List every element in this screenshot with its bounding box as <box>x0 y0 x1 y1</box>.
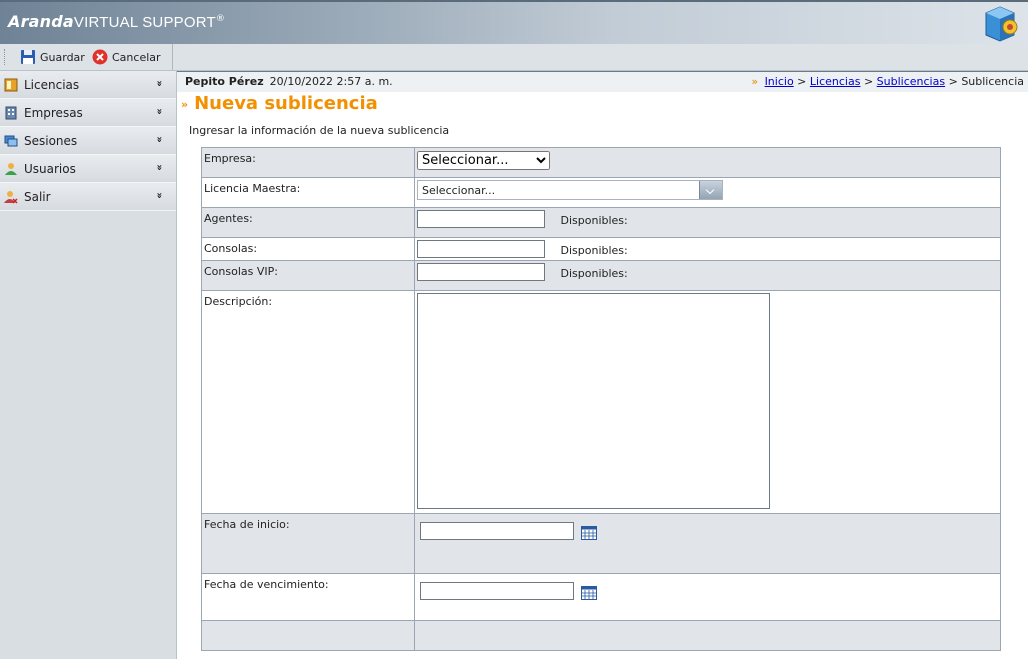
breadcrumb-separator: > <box>948 75 958 88</box>
fecha-venc-cell <box>414 573 1001 621</box>
fecha-venc-label: Fecha de vencimiento: <box>201 573 415 621</box>
building-icon <box>5 106 17 119</box>
sublicense-form: Empresa: Seleccionar... Licencia Maestra… <box>201 147 1001 651</box>
title-marker: » <box>181 97 189 111</box>
toolbar: Guardar Cancelar <box>0 44 1028 71</box>
breadcrumb-marker: » <box>751 75 759 88</box>
form-row-footer <box>201 620 1001 651</box>
sidebar-item-usuarios[interactable]: Usuarios » <box>0 155 176 183</box>
chevron-down-icon[interactable] <box>699 181 722 199</box>
agentes-cell: Disponibles: <box>414 207 1001 238</box>
app-cube-icon <box>985 6 1018 42</box>
empresa-select[interactable]: Seleccionar... <box>417 151 550 170</box>
sidebar-item-sesiones[interactable]: Sesiones » <box>0 127 176 155</box>
form-row-fecha-inicio: Fecha de inicio: <box>201 513 1001 574</box>
footer-cell-right <box>414 620 1001 651</box>
descripcion-textarea[interactable] <box>417 293 770 509</box>
breadcrumb: » Inicio > Licencias > Sublicencias > Su… <box>751 75 1024 88</box>
cancel-button[interactable]: Cancelar <box>92 47 161 67</box>
breadcrumb-sublicencias[interactable]: Sublicencias <box>877 75 945 88</box>
empresa-label: Empresa: <box>201 147 415 178</box>
breadcrumb-current: Sublicencia <box>961 75 1024 88</box>
form-row-fecha-vencimiento: Fecha de vencimiento: <box>201 573 1001 621</box>
form-row-descripcion: Descripción: <box>201 290 1001 514</box>
main-content: Pepito Pérez 20/10/2022 2:57 a. m. » Inic… <box>177 71 1028 659</box>
brand-logo: ArandaVIRTUAL SUPPORT® <box>8 12 226 31</box>
consolas-cell: Disponibles: <box>414 237 1001 261</box>
sessions-icon <box>4 135 18 146</box>
empresa-cell: Seleccionar... <box>414 147 1001 178</box>
license-icon <box>4 78 18 91</box>
red-x-circle-icon <box>92 49 108 65</box>
chevron-down-icon: » <box>153 108 165 115</box>
save-label: Guardar <box>40 50 85 64</box>
user-info: Pepito Pérez 20/10/2022 2:57 a. m. <box>185 75 393 88</box>
licencia-combo[interactable]: Seleccionar... <box>417 180 723 200</box>
chevron-down-icon: » <box>153 192 165 199</box>
descripcion-label: Descripción: <box>201 290 415 514</box>
cancel-label: Cancelar <box>112 50 161 64</box>
licencia-value: Seleccionar... <box>422 184 496 197</box>
app-header: ArandaVIRTUAL SUPPORT® <box>0 0 1028 44</box>
calendar-icon[interactable] <box>580 525 597 540</box>
exit-icon <box>4 190 18 204</box>
consolas-vip-disponibles: Disponibles: <box>560 266 628 280</box>
sidebar: Licencias » Empresas » Sesiones » Usuari… <box>0 71 177 659</box>
page-title-text: Nueva sublicencia <box>194 93 378 114</box>
sidebar-item-salir[interactable]: Salir » <box>0 183 176 211</box>
breadcrumb-separator: > <box>863 75 874 88</box>
calendar-icon[interactable] <box>580 585 597 600</box>
sidebar-item-label: Usuarios <box>24 161 76 176</box>
licencia-label: Licencia Maestra: <box>201 177 415 208</box>
chevron-down-icon: » <box>153 164 165 171</box>
breadcrumb-licencias[interactable]: Licencias <box>810 75 861 88</box>
toolbar-separator <box>172 44 173 70</box>
user-icon <box>5 162 17 175</box>
descripcion-cell <box>414 290 1001 514</box>
licencia-cell: Seleccionar... <box>414 177 1001 208</box>
toolbar-grip <box>4 49 7 65</box>
fecha-inicio-cell <box>414 513 1001 574</box>
consolas-label: Consolas: <box>201 237 415 261</box>
fecha-inicio-label: Fecha de inicio: <box>201 513 415 574</box>
consolas-vip-label: Consolas VIP: <box>201 260 415 291</box>
fecha-venc-input[interactable] <box>420 582 574 600</box>
agentes-label: Agentes: <box>201 207 415 238</box>
datetime: 20/10/2022 2:57 a. m. <box>269 75 393 88</box>
sidebar-item-label: Sesiones <box>24 133 78 148</box>
consolas-vip-cell: Disponibles: <box>414 260 1001 291</box>
sidebar-item-label: Licencias <box>24 77 80 92</box>
form-row-agentes: Agentes: Disponibles: <box>201 207 1001 238</box>
form-row-empresa: Empresa: Seleccionar... <box>201 147 1001 178</box>
form-row-consolas: Consolas: Disponibles: <box>201 237 1001 261</box>
page-title: » Nueva sublicencia <box>181 93 378 114</box>
consolas-disponibles: Disponibles: <box>560 243 628 257</box>
consolas-vip-input[interactable] <box>417 263 545 281</box>
agentes-input[interactable] <box>417 210 545 228</box>
sidebar-item-label: Salir <box>24 189 51 204</box>
floppy-disk-icon <box>21 50 35 64</box>
breadcrumb-inicio[interactable]: Inicio <box>765 75 794 88</box>
form-row-consolas-vip: Consolas VIP: Disponibles: <box>201 260 1001 291</box>
sidebar-item-label: Empresas <box>24 105 83 120</box>
chevron-down-icon: » <box>153 80 165 87</box>
footer-cell-left <box>201 620 415 651</box>
chevron-down-icon: » <box>153 136 165 143</box>
sidebar-item-empresas[interactable]: Empresas » <box>0 99 176 127</box>
sidebar-item-licencias[interactable]: Licencias » <box>0 71 176 99</box>
form-row-licencia: Licencia Maestra: Seleccionar... <box>201 177 1001 208</box>
user-name: Pepito Pérez <box>185 75 264 88</box>
page-subtitle: Ingresar la información de la nueva subl… <box>189 124 450 137</box>
breadcrumb-separator: > <box>797 75 807 88</box>
agentes-disponibles: Disponibles: <box>560 213 628 227</box>
save-button[interactable]: Guardar <box>20 47 85 67</box>
consolas-input[interactable] <box>417 240 545 258</box>
user-bar: Pepito Pérez 20/10/2022 2:57 a. m. » Inic… <box>177 71 1028 92</box>
fecha-inicio-input[interactable] <box>420 522 574 540</box>
